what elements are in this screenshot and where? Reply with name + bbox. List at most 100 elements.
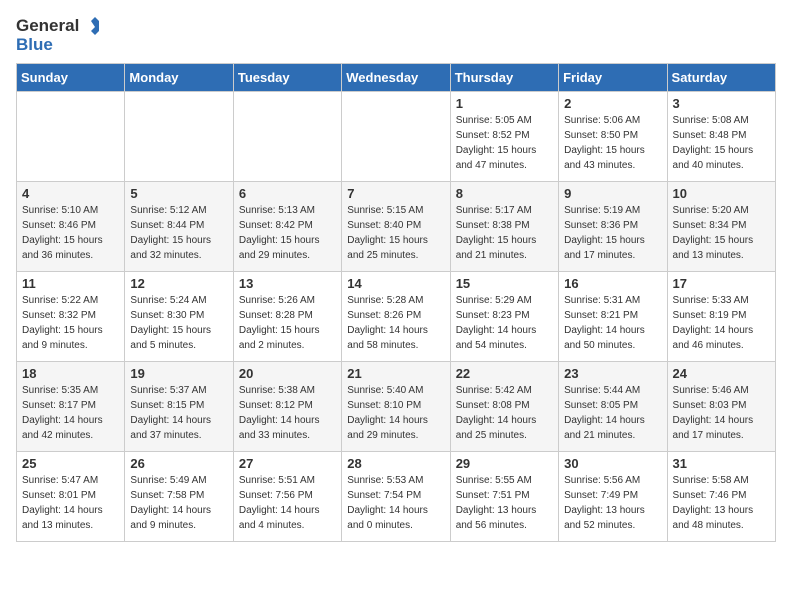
- weekday-sunday: Sunday: [17, 63, 125, 91]
- calendar-cell: 24 Sunrise: 5:46 AM Sunset: 8:03 PM Dayli…: [667, 361, 775, 451]
- calendar-cell: 3 Sunrise: 5:08 AM Sunset: 8:48 PM Daylig…: [667, 91, 775, 181]
- calendar-cell: 22 Sunrise: 5:42 AM Sunset: 8:08 PM Dayli…: [450, 361, 558, 451]
- calendar-cell: 27Sunrise: 5:51 AM Sunset: 7:56 PM Dayli…: [233, 451, 341, 541]
- day-number: 20: [239, 366, 336, 381]
- logo-container: General Blue: [16, 16, 103, 55]
- calendar-cell: 21Sunrise: 5:40 AM Sunset: 8:10 PM Dayli…: [342, 361, 450, 451]
- calendar-cell: 30 Sunrise: 5:56 AM Sunset: 7:49 PM Dayli…: [559, 451, 667, 541]
- day-number: 13: [239, 276, 336, 291]
- day-info: Sunrise: 5:26 AM Sunset: 8:28 PM Dayligh…: [239, 293, 336, 353]
- day-info: Sunrise: 5:49 AM Sunset: 7:58 PM Dayligh…: [130, 473, 227, 533]
- day-number: 6: [239, 186, 336, 201]
- day-info: Sunrise: 5:05 AM Sunset: 8:52 PM Dayligh…: [456, 113, 553, 173]
- day-info: Sunrise: 5:28 AM Sunset: 8:26 PM Dayligh…: [347, 293, 444, 353]
- calendar-cell: 20Sunrise: 5:38 AM Sunset: 8:12 PM Dayli…: [233, 361, 341, 451]
- day-info: Sunrise: 5:46 AM Sunset: 8:03 PM Dayligh…: [673, 383, 770, 443]
- day-info: Sunrise: 5:56 AM Sunset: 7:49 PM Dayligh…: [564, 473, 661, 533]
- day-number: 31: [673, 456, 770, 471]
- week-row-3: 18 Sunrise: 5:35 AM Sunset: 8:17 PM Dayli…: [17, 361, 776, 451]
- day-number: 3: [673, 96, 770, 111]
- calendar-cell: 16Sunrise: 5:31 AM Sunset: 8:21 PM Dayli…: [559, 271, 667, 361]
- day-info: Sunrise: 5:08 AM Sunset: 8:48 PM Dayligh…: [673, 113, 770, 173]
- calendar-cell: [342, 91, 450, 181]
- day-info: Sunrise: 5:22 AM Sunset: 8:32 PM Dayligh…: [22, 293, 119, 353]
- calendar-cell: 19Sunrise: 5:37 AM Sunset: 8:15 PM Dayli…: [125, 361, 233, 451]
- day-info: Sunrise: 5:37 AM Sunset: 8:15 PM Dayligh…: [130, 383, 227, 443]
- calendar-cell: 4 Sunrise: 5:10 AM Sunset: 8:46 PM Daylig…: [17, 181, 125, 271]
- day-number: 11: [22, 276, 119, 291]
- day-info: Sunrise: 5:06 AM Sunset: 8:50 PM Dayligh…: [564, 113, 661, 173]
- day-number: 28: [347, 456, 444, 471]
- logo-bird-icon: [81, 16, 103, 36]
- day-info: Sunrise: 5:29 AM Sunset: 8:23 PM Dayligh…: [456, 293, 553, 353]
- day-number: 16: [564, 276, 661, 291]
- weekday-thursday: Thursday: [450, 63, 558, 91]
- calendar-cell: 15 Sunrise: 5:29 AM Sunset: 8:23 PM Dayli…: [450, 271, 558, 361]
- day-info: Sunrise: 5:55 AM Sunset: 7:51 PM Dayligh…: [456, 473, 553, 533]
- calendar-cell: 10Sunrise: 5:20 AM Sunset: 8:34 PM Dayli…: [667, 181, 775, 271]
- weekday-header-row: SundayMondayTuesdayWednesdayThursdayFrid…: [17, 63, 776, 91]
- day-number: 4: [22, 186, 119, 201]
- day-number: 15: [456, 276, 553, 291]
- calendar-cell: [233, 91, 341, 181]
- day-number: 23: [564, 366, 661, 381]
- day-info: Sunrise: 5:19 AM Sunset: 8:36 PM Dayligh…: [564, 203, 661, 263]
- week-row-2: 11 Sunrise: 5:22 AM Sunset: 8:32 PM Dayli…: [17, 271, 776, 361]
- week-row-4: 25Sunrise: 5:47 AM Sunset: 8:01 PM Dayli…: [17, 451, 776, 541]
- weekday-saturday: Saturday: [667, 63, 775, 91]
- day-number: 26: [130, 456, 227, 471]
- day-info: Sunrise: 5:47 AM Sunset: 8:01 PM Dayligh…: [22, 473, 119, 533]
- calendar-cell: [125, 91, 233, 181]
- day-number: 9: [564, 186, 661, 201]
- week-row-1: 4 Sunrise: 5:10 AM Sunset: 8:46 PM Daylig…: [17, 181, 776, 271]
- calendar-cell: 2 Sunrise: 5:06 AM Sunset: 8:50 PM Daylig…: [559, 91, 667, 181]
- calendar-cell: 6 Sunrise: 5:13 AM Sunset: 8:42 PM Daylig…: [233, 181, 341, 271]
- calendar-cell: 29 Sunrise: 5:55 AM Sunset: 7:51 PM Dayli…: [450, 451, 558, 541]
- day-number: 12: [130, 276, 227, 291]
- day-number: 30: [564, 456, 661, 471]
- day-info: Sunrise: 5:35 AM Sunset: 8:17 PM Dayligh…: [22, 383, 119, 443]
- logo-general-text: General: [16, 17, 79, 36]
- day-number: 7: [347, 186, 444, 201]
- day-info: Sunrise: 5:44 AM Sunset: 8:05 PM Dayligh…: [564, 383, 661, 443]
- day-info: Sunrise: 5:51 AM Sunset: 7:56 PM Dayligh…: [239, 473, 336, 533]
- day-number: 29: [456, 456, 553, 471]
- day-number: 18: [22, 366, 119, 381]
- day-number: 21: [347, 366, 444, 381]
- calendar-body: 1 Sunrise: 5:05 AM Sunset: 8:52 PM Daylig…: [17, 91, 776, 541]
- calendar-cell: 18 Sunrise: 5:35 AM Sunset: 8:17 PM Dayli…: [17, 361, 125, 451]
- day-info: Sunrise: 5:13 AM Sunset: 8:42 PM Dayligh…: [239, 203, 336, 263]
- weekday-wednesday: Wednesday: [342, 63, 450, 91]
- calendar-cell: 25Sunrise: 5:47 AM Sunset: 8:01 PM Dayli…: [17, 451, 125, 541]
- calendar-cell: 23 Sunrise: 5:44 AM Sunset: 8:05 PM Dayli…: [559, 361, 667, 451]
- week-row-0: 1 Sunrise: 5:05 AM Sunset: 8:52 PM Daylig…: [17, 91, 776, 181]
- day-number: 5: [130, 186, 227, 201]
- day-info: Sunrise: 5:53 AM Sunset: 7:54 PM Dayligh…: [347, 473, 444, 533]
- day-info: Sunrise: 5:15 AM Sunset: 8:40 PM Dayligh…: [347, 203, 444, 263]
- day-info: Sunrise: 5:20 AM Sunset: 8:34 PM Dayligh…: [673, 203, 770, 263]
- day-number: 1: [456, 96, 553, 111]
- weekday-monday: Monday: [125, 63, 233, 91]
- calendar-cell: 8Sunrise: 5:17 AM Sunset: 8:38 PM Daylig…: [450, 181, 558, 271]
- day-info: Sunrise: 5:12 AM Sunset: 8:44 PM Dayligh…: [130, 203, 227, 263]
- calendar-cell: 17Sunrise: 5:33 AM Sunset: 8:19 PM Dayli…: [667, 271, 775, 361]
- calendar-cell: 28 Sunrise: 5:53 AM Sunset: 7:54 PM Dayli…: [342, 451, 450, 541]
- calendar-cell: 11 Sunrise: 5:22 AM Sunset: 8:32 PM Dayli…: [17, 271, 125, 361]
- header: General Blue: [16, 16, 776, 55]
- day-number: 24: [673, 366, 770, 381]
- calendar-cell: [17, 91, 125, 181]
- logo-blue-text: Blue: [16, 36, 103, 55]
- calendar-cell: 31 Sunrise: 5:58 AM Sunset: 7:46 PM Dayli…: [667, 451, 775, 541]
- day-info: Sunrise: 5:58 AM Sunset: 7:46 PM Dayligh…: [673, 473, 770, 533]
- day-info: Sunrise: 5:33 AM Sunset: 8:19 PM Dayligh…: [673, 293, 770, 353]
- day-info: Sunrise: 5:24 AM Sunset: 8:30 PM Dayligh…: [130, 293, 227, 353]
- calendar-cell: 9 Sunrise: 5:19 AM Sunset: 8:36 PM Daylig…: [559, 181, 667, 271]
- calendar-cell: 12 Sunrise: 5:24 AM Sunset: 8:30 PM Dayli…: [125, 271, 233, 361]
- calendar-table: SundayMondayTuesdayWednesdayThursdayFrid…: [16, 63, 776, 542]
- day-number: 2: [564, 96, 661, 111]
- day-info: Sunrise: 5:17 AM Sunset: 8:38 PM Dayligh…: [456, 203, 553, 263]
- day-info: Sunrise: 5:10 AM Sunset: 8:46 PM Dayligh…: [22, 203, 119, 263]
- day-info: Sunrise: 5:42 AM Sunset: 8:08 PM Dayligh…: [456, 383, 553, 443]
- day-number: 22: [456, 366, 553, 381]
- logo: General Blue: [16, 16, 103, 55]
